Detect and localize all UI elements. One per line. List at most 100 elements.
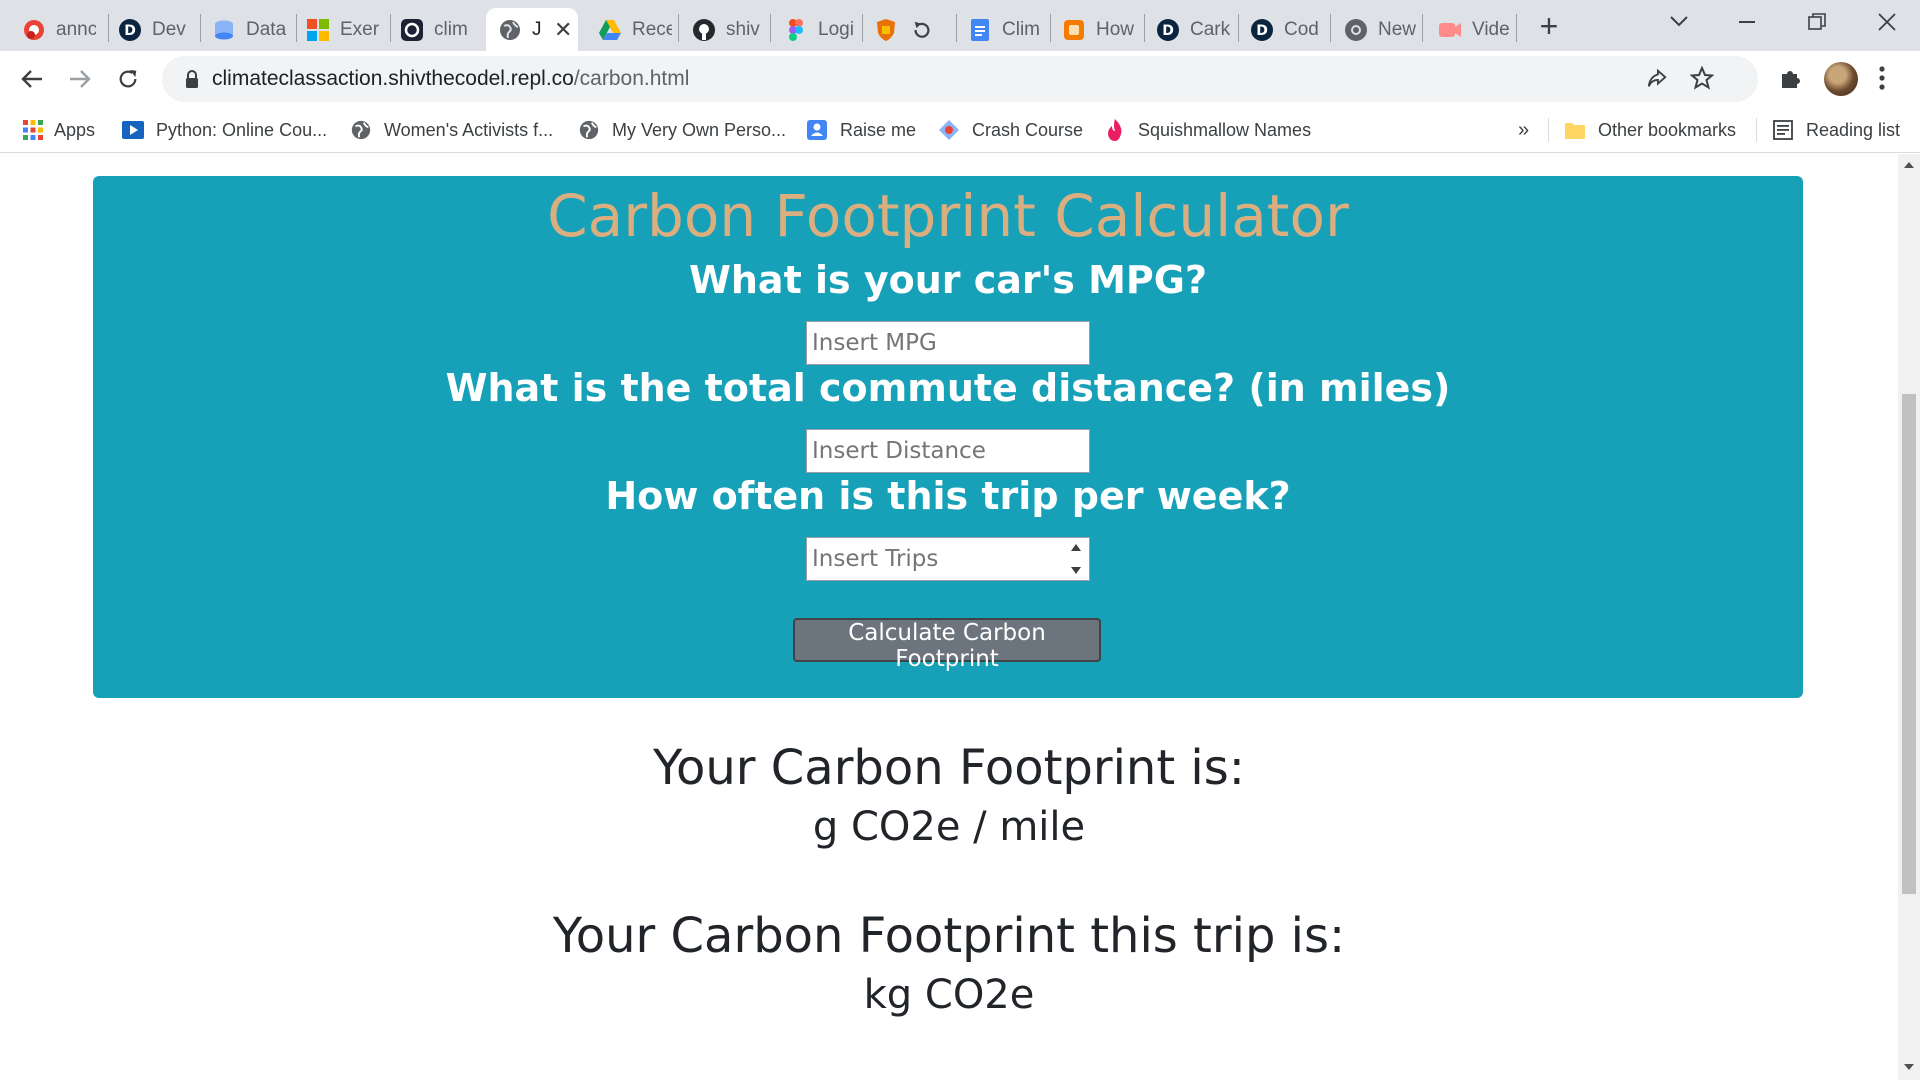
tab-title: Cod — [1284, 18, 1319, 40]
figma-icon — [784, 18, 808, 42]
tab-logi[interactable]: Logi — [762, 8, 866, 51]
new-tab-button[interactable]: + — [1534, 8, 1564, 44]
scroll-up-arrow-icon[interactable] — [1898, 158, 1920, 172]
chrome-icon — [1344, 18, 1368, 42]
tab-title: Exer — [340, 18, 380, 40]
google-drive-icon — [598, 18, 622, 42]
apps-grid-icon — [22, 119, 44, 141]
url-host: climateclassaction.shivthecodel.repl.co — [212, 67, 574, 90]
page-viewport: Carbon Footprint Calculator What is your… — [0, 154, 1898, 1080]
refresh-icon — [910, 18, 934, 42]
arrow-right-icon — [70, 70, 91, 88]
profile-avatar[interactable] — [1824, 62, 1858, 96]
gmail-icon — [22, 18, 46, 42]
tab-new[interactable]: New — [1322, 8, 1426, 51]
tab-vide[interactable]: Vide — [1416, 8, 1520, 51]
trips-number-input[interactable]: Insert Trips — [806, 537, 1090, 581]
bookmark-other[interactable]: Other bookmarks — [1564, 107, 1736, 153]
tab-cark[interactable]: D Cark — [1134, 8, 1238, 51]
tab-dev[interactable]: D Dev — [96, 8, 200, 51]
spin-down-icon[interactable] — [1070, 566, 1082, 575]
orange-app-icon — [1062, 18, 1086, 42]
forward-button[interactable] — [60, 59, 100, 99]
mpg-input[interactable] — [806, 321, 1090, 365]
google-docs-icon — [968, 18, 992, 42]
bookmark-apps[interactable]: Apps — [22, 107, 95, 153]
reading-list-button[interactable]: Reading list — [1772, 107, 1900, 153]
back-button[interactable] — [12, 59, 52, 99]
crash-course-icon — [938, 119, 960, 141]
profile-card-icon — [806, 119, 828, 141]
bookmark-label: Crash Course — [972, 119, 1084, 140]
calculate-button[interactable]: Calculate Carbon Footprint — [793, 618, 1101, 672]
spin-up-icon[interactable] — [1070, 543, 1082, 552]
bookmark-my-very-own[interactable]: My Very Own Perso... — [578, 107, 786, 153]
tab-strip: annc D Dev Data Exer clim J ✕ Rece shiv … — [0, 0, 1920, 51]
restore-button[interactable] — [1786, 0, 1848, 44]
lock-icon — [184, 69, 200, 94]
minimize-button[interactable] — [1716, 0, 1778, 44]
d-app-icon: D — [1156, 18, 1180, 42]
tab-title: Rece — [632, 18, 672, 40]
scrollbar-thumb[interactable] — [1902, 394, 1916, 894]
bookmark-womens-activists[interactable]: Women's Activists f... — [350, 107, 553, 153]
tab-gmail[interactable]: annc — [0, 8, 104, 51]
tab-title: J — [532, 18, 542, 40]
bookmark-crash-course[interactable]: Crash Course — [938, 107, 1083, 153]
video-play-icon — [122, 119, 144, 141]
page-scrollbar[interactable] — [1898, 154, 1920, 1080]
close-window-button[interactable] — [1856, 0, 1918, 44]
tab-title: Clim — [1002, 18, 1040, 40]
bookmark-label: Reading list — [1806, 119, 1901, 140]
tab-title: annc — [56, 18, 96, 40]
d-app-icon: D — [118, 18, 142, 42]
bookmarks-overflow-button[interactable]: » — [1518, 107, 1529, 153]
tab-shield[interactable] — [852, 8, 956, 51]
globe-icon — [578, 119, 600, 141]
svg-text:D: D — [1256, 23, 1268, 39]
extensions-puzzle-icon[interactable] — [1778, 67, 1802, 96]
tab-title: Vide — [1472, 18, 1510, 40]
replit-icon — [400, 18, 424, 42]
reload-button[interactable] — [108, 59, 148, 99]
bookmark-star-icon[interactable] — [1689, 65, 1715, 95]
more-menu-icon[interactable] — [1878, 65, 1886, 96]
tab-clim[interactable]: clim — [378, 8, 482, 51]
d-app-icon: D — [1250, 18, 1274, 42]
svg-text:D: D — [1162, 23, 1174, 39]
result-footprint-heading: Your Carbon Footprint is: — [653, 740, 1245, 796]
microsoft-icon — [306, 18, 330, 42]
bookmark-squishmallow[interactable]: Squishmallow Names — [1104, 107, 1311, 153]
tab-active[interactable]: J ✕ — [486, 8, 578, 51]
tab-title: Cark — [1190, 18, 1230, 40]
tab-search-button[interactable] — [1648, 0, 1710, 44]
bookmark-label: My Very Own Perso... — [612, 119, 787, 140]
bookmark-python[interactable]: Python: Online Cou... — [122, 107, 327, 153]
tab-title: Dev — [152, 18, 186, 40]
tab-shiv[interactable]: shiv — [670, 8, 774, 51]
reload-icon — [119, 69, 137, 88]
tab-how[interactable]: How — [1040, 8, 1144, 51]
bookmark-separator — [1756, 118, 1757, 142]
distance-input[interactable] — [806, 429, 1090, 473]
question-mpg: What is your car's MPG? — [688, 258, 1208, 302]
tab-clim-doc[interactable]: Clim — [946, 8, 1050, 51]
address-bar[interactable]: climateclassaction.shivthecodel.repl.co/… — [162, 56, 1758, 102]
bookmark-raise-me[interactable]: Raise me — [806, 107, 916, 153]
tab-data[interactable]: Data — [190, 8, 294, 51]
bookmark-label: Raise me — [840, 119, 917, 140]
page-title: Carbon Footprint Calculator — [547, 182, 1349, 250]
video-icon — [1438, 18, 1462, 42]
tab-rece[interactable]: Rece — [576, 8, 680, 51]
number-spinner[interactable] — [1067, 543, 1085, 575]
close-tab-icon[interactable]: ✕ — [554, 17, 572, 43]
question-distance: What is the total commute distance? (in … — [445, 366, 1451, 410]
tab-exer[interactable]: Exer — [284, 8, 388, 51]
chevron-down-icon — [1670, 16, 1688, 27]
close-icon — [1878, 13, 1896, 31]
share-icon[interactable] — [1646, 68, 1668, 95]
result-trip-value: kg CO2e — [863, 972, 1035, 1018]
bookmark-separator — [1548, 118, 1549, 142]
scroll-down-arrow-icon[interactable] — [1898, 1060, 1920, 1074]
tab-cod[interactable]: D Cod — [1228, 8, 1332, 51]
